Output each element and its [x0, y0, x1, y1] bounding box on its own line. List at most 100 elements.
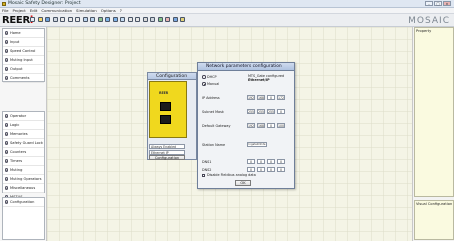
menu-file[interactable]: File [0, 8, 11, 13]
save-icon[interactable] [45, 17, 50, 22]
station-name-input[interactable]: Ingate1Di1te [247, 142, 267, 147]
palette-item-timers[interactable]: + Timers [3, 157, 44, 166]
subnet-octet-1[interactable]: 255 [247, 109, 255, 114]
right-panel: Property Visual Configuration [412, 27, 454, 241]
ip-octet-3[interactable]: 0 [267, 95, 275, 100]
palette-item-safety-guard-lock[interactable]: + Safety Guard Lock [3, 139, 44, 148]
dns1-octet-3[interactable]: 0 [267, 159, 275, 164]
expand-icon[interactable]: + [4, 67, 8, 71]
zoom-out-icon[interactable] [135, 17, 140, 22]
simulate-icon[interactable] [172, 17, 178, 22]
expand-icon[interactable]: + [4, 76, 8, 80]
menu-project[interactable]: Project [11, 8, 28, 13]
download-icon[interactable] [105, 17, 110, 22]
palette-item-muting[interactable]: + Muting [3, 166, 44, 175]
fieldbus-checkbox[interactable] [202, 174, 205, 177]
expand-icon[interactable]: + [4, 31, 8, 35]
close-button[interactable]: × [443, 1, 451, 6]
palette-item-counters[interactable]: + Counters [3, 148, 44, 157]
dns1-octet-4[interactable]: 0 [277, 159, 285, 164]
left-panel: + Home + Input + Speed Control + Muting Input + O… [0, 27, 47, 241]
menu-options[interactable]: Options [99, 8, 118, 13]
expand-icon[interactable]: + [4, 49, 8, 53]
subnet-label: Subnet Mask [202, 110, 224, 114]
gateway-octet-1[interactable]: 192 [247, 123, 255, 128]
palette-item-output[interactable]: + Output [3, 65, 44, 74]
subnet-octet-4[interactable]: 0 [277, 109, 285, 114]
expand-icon[interactable]: + [4, 168, 8, 172]
subnet-octet-3[interactable]: 255 [267, 109, 275, 114]
paste-icon[interactable] [75, 17, 80, 22]
palette-item-configuration[interactable]: + Configuration [3, 198, 44, 207]
menu-simulation[interactable]: Simulation [74, 8, 99, 13]
palette-item-speed-control[interactable]: + Speed Control [3, 47, 44, 56]
upload-icon[interactable] [112, 17, 118, 22]
palette-item-muting-operators[interactable]: + Muting Operators [3, 175, 44, 184]
cut-icon[interactable] [60, 17, 65, 22]
open-icon[interactable] [37, 17, 43, 22]
zoom-in-icon[interactable] [127, 17, 133, 22]
palette-item-label: Miscellaneous [10, 185, 36, 190]
validate-icon[interactable] [157, 17, 163, 22]
dns2-octet-1[interactable]: 0 [247, 167, 255, 172]
expand-icon[interactable]: + [4, 58, 8, 62]
manual-radio[interactable] [202, 82, 206, 86]
dhcp-radio[interactable] [202, 75, 206, 79]
palette-item-miscellaneous[interactable]: + Miscellaneous [3, 184, 44, 193]
dns1-octet-1[interactable]: 0 [247, 159, 255, 164]
expand-icon[interactable]: + [4, 141, 8, 145]
help-icon[interactable] [180, 17, 185, 22]
dns2-octet-2[interactable]: 0 [257, 167, 265, 172]
palette-item-operator[interactable]: + Operator [3, 112, 44, 121]
dns2-octet-3[interactable]: 0 [267, 167, 275, 172]
expand-icon[interactable]: + [4, 114, 8, 118]
palette-item-label: Output [10, 66, 23, 71]
palette-item-home[interactable]: + Home [3, 29, 44, 38]
menu-communication[interactable]: Communication [39, 8, 74, 13]
ip-octet-2[interactable]: 168 [257, 95, 265, 100]
network-dialog-title-bar[interactable]: Network parameters configuration [198, 63, 294, 71]
undo-icon[interactable] [82, 17, 88, 22]
configuration-title: Configuration [156, 73, 188, 79]
palette-item-comments[interactable]: + Comments [3, 74, 44, 83]
settings-icon[interactable] [150, 17, 155, 22]
expand-icon[interactable]: + [4, 40, 8, 44]
expand-icon[interactable]: + [4, 123, 8, 127]
expand-icon[interactable]: + [4, 177, 8, 181]
ok-button[interactable]: OK [235, 180, 251, 186]
palette-item-muting-input[interactable]: + Muting Input [3, 56, 44, 65]
expand-icon[interactable]: + [4, 150, 8, 154]
configuration-button[interactable]: Configuration [149, 155, 185, 160]
copy-icon[interactable] [67, 17, 73, 22]
menu-edit[interactable]: Edit [28, 8, 40, 13]
maximize-button[interactable]: □ [434, 1, 442, 6]
new-icon[interactable] [30, 17, 35, 22]
dns2-octet-4[interactable]: 0 [277, 167, 285, 172]
expand-icon[interactable]: + [4, 186, 8, 190]
gateway-octet-4[interactable]: 100 [277, 123, 285, 128]
palette-item-input[interactable]: + Input [3, 38, 44, 47]
expand-icon[interactable]: + [4, 159, 8, 163]
redo-icon[interactable] [90, 17, 95, 22]
expand-icon[interactable]: + [4, 132, 8, 136]
palette-item-memories[interactable]: + Memories [3, 130, 44, 139]
expand-icon[interactable]: + [4, 200, 8, 204]
gateway-octet-2[interactable]: 168 [257, 123, 265, 128]
monitor-icon[interactable] [120, 17, 125, 22]
gateway-octet-3[interactable]: 0 [267, 123, 275, 128]
window-title: Mosaic Safety Designer: Project [8, 1, 81, 6]
palette-item-label: Logic [10, 122, 20, 127]
palette-item-logic[interactable]: + Logic [3, 121, 44, 130]
dns1-octet-2[interactable]: 0 [257, 159, 265, 164]
configuration-title-bar[interactable]: Configuration [148, 73, 196, 80]
minimize-button[interactable]: – [425, 1, 433, 6]
ip-octet-1[interactable]: 192 [247, 95, 255, 100]
subnet-octet-2[interactable]: 255 [257, 109, 265, 114]
enable-dropdown[interactable]: Always Enabled [149, 144, 185, 149]
connect-icon[interactable] [97, 17, 103, 22]
ip-octet-4[interactable]: 172 [277, 95, 285, 100]
menu-help[interactable]: ? [118, 8, 124, 13]
report-icon[interactable] [165, 17, 170, 22]
grid-icon[interactable] [142, 17, 148, 22]
print-icon[interactable] [52, 17, 58, 22]
